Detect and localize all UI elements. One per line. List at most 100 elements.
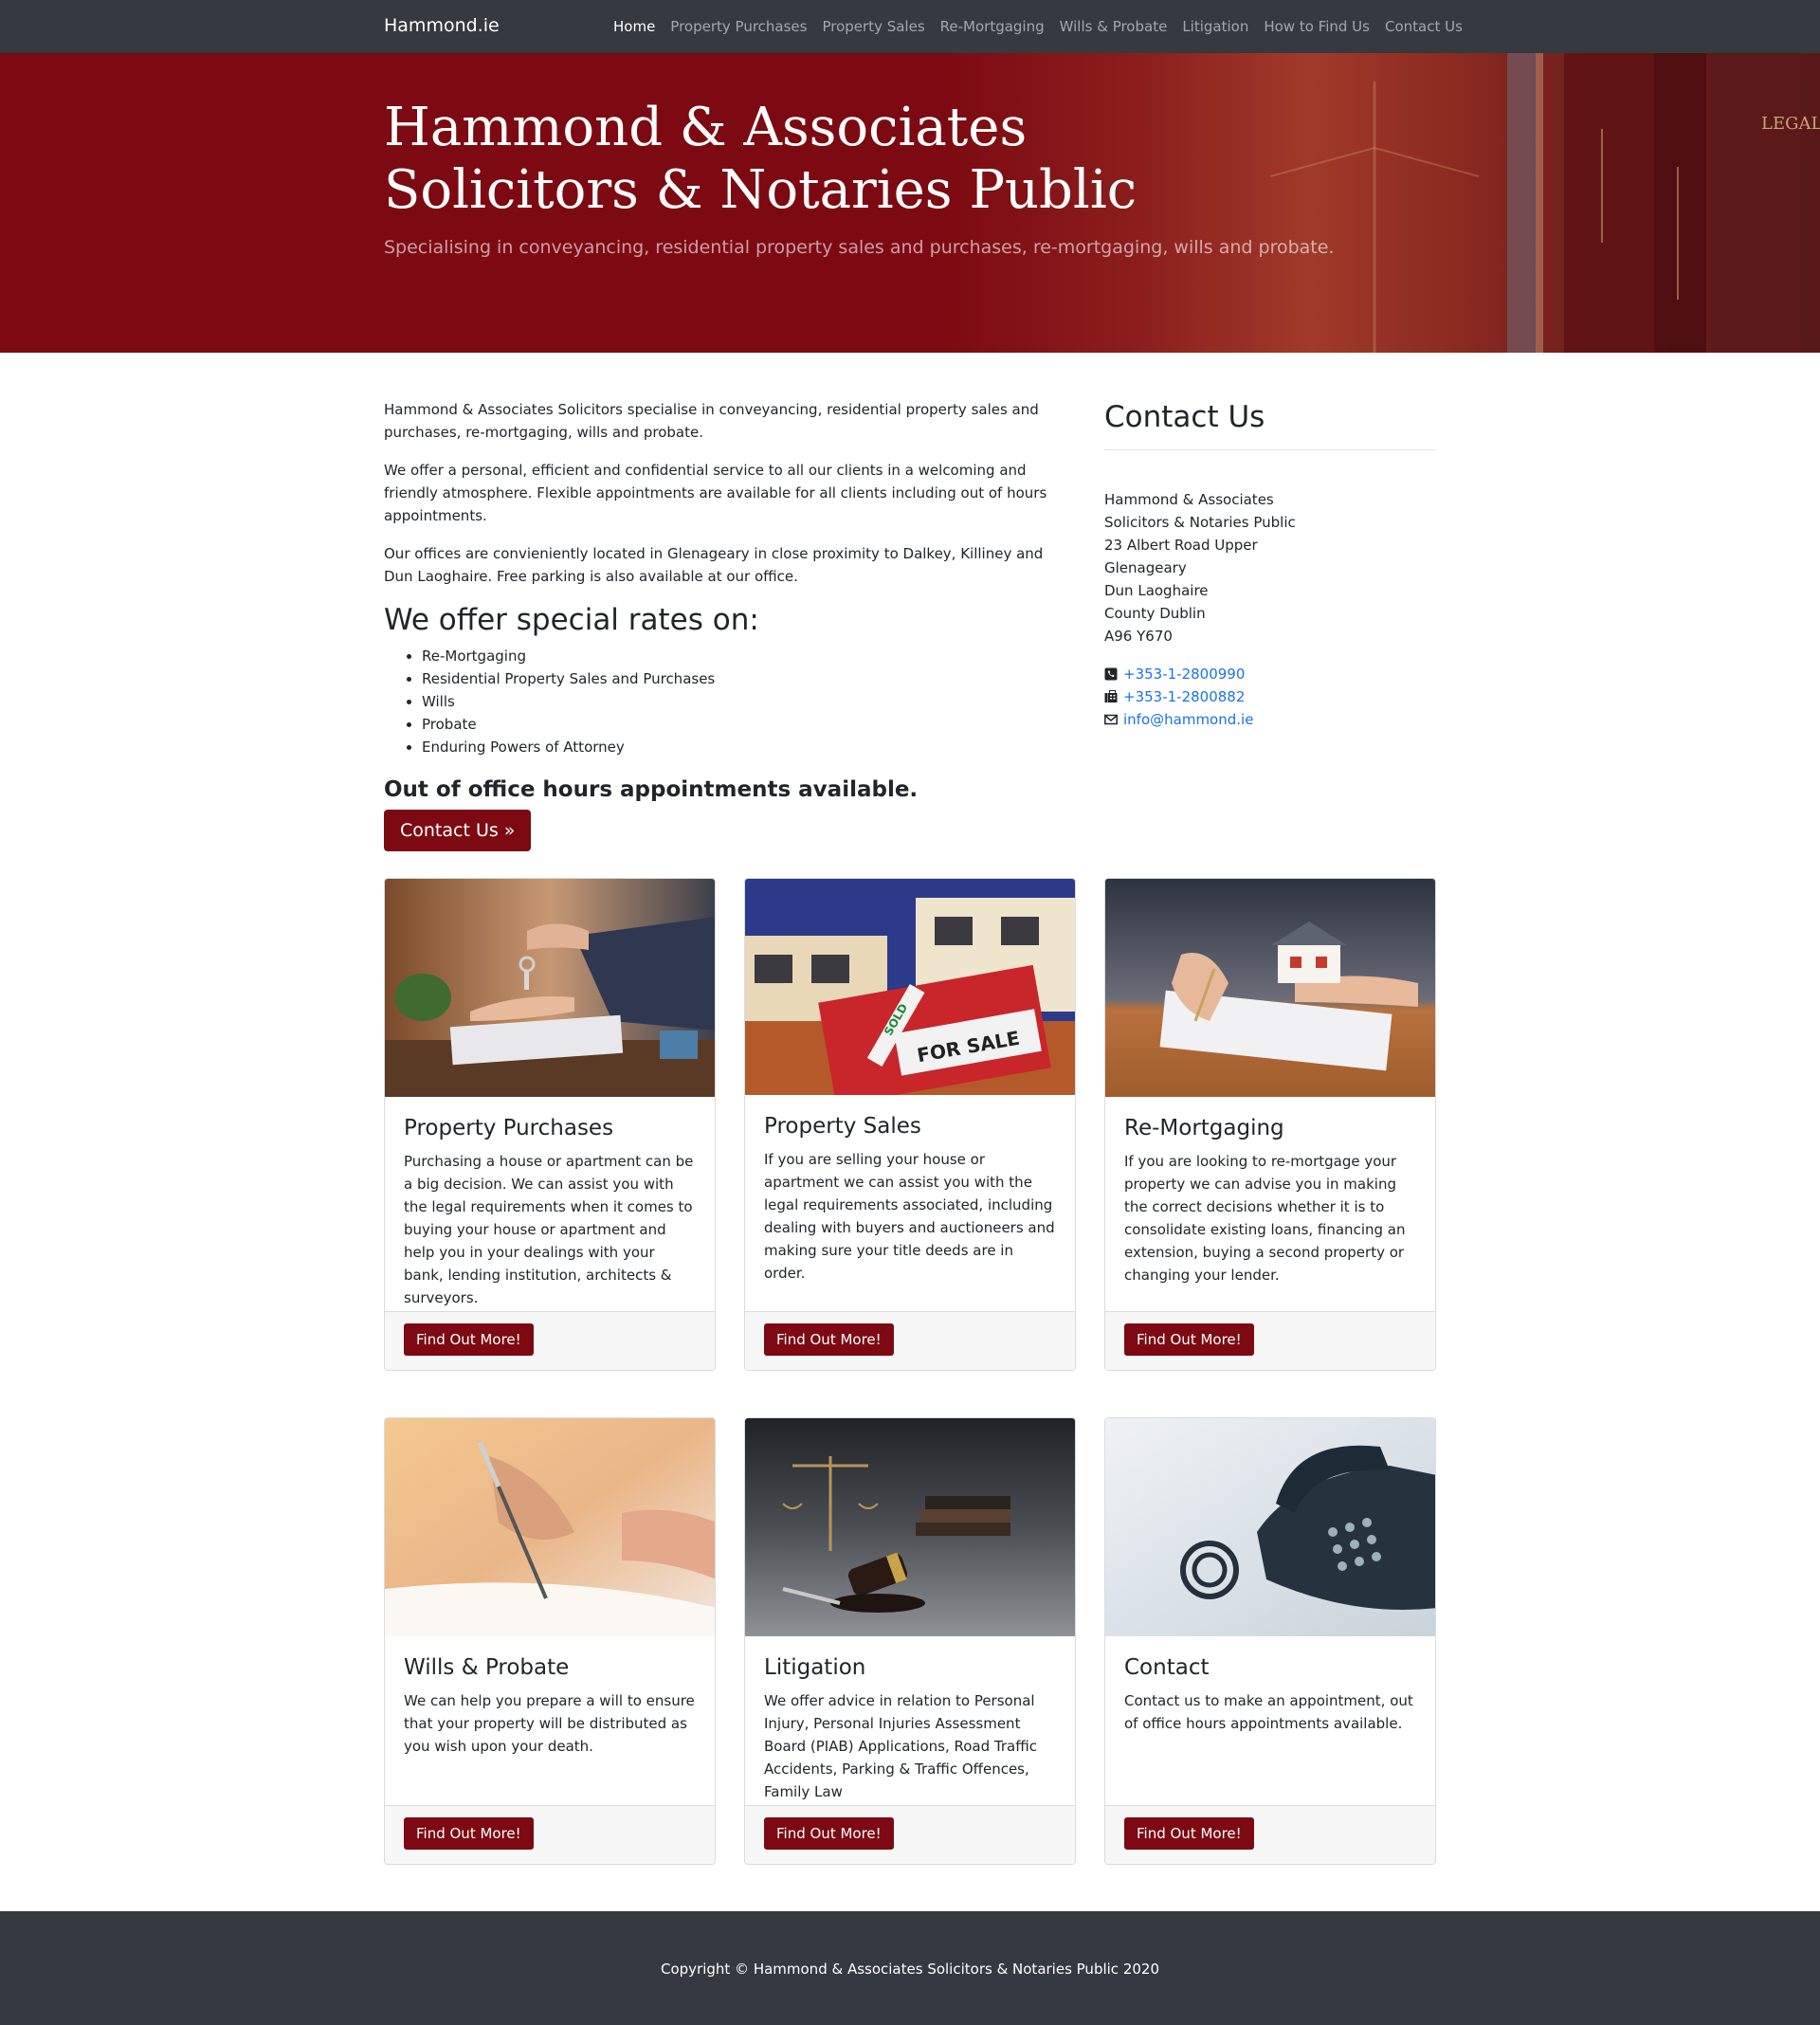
rates-item: Wills <box>422 690 1071 713</box>
card-text: If you are selling your house or apartme… <box>764 1151 1055 1282</box>
address-line: County Dublin <box>1104 605 1206 622</box>
card-text: Contact us to make an appointment, out o… <box>1124 1692 1413 1732</box>
card-title: Contact <box>1124 1655 1210 1680</box>
keys-handover-image <box>385 879 715 1097</box>
page-footer: Copyright © Hammond & Associates Solicit… <box>0 1911 1820 2025</box>
for-sale-sign-image: FOR SALE SOLD <box>745 879 1075 1095</box>
hero-title-line2: Solicitors & Notaries Public <box>384 159 1138 221</box>
address-line: Glenageary <box>1104 559 1187 576</box>
card-title: Property Sales <box>764 1114 921 1139</box>
card-title: Litigation <box>764 1655 866 1680</box>
nav-wills-probate[interactable]: Wills & Probate <box>1060 18 1168 35</box>
find-out-more-button[interactable]: Find Out More! <box>1124 1817 1254 1850</box>
address-block: Hammond & Associates Solicitors & Notari… <box>1104 488 1436 648</box>
address-line: Solicitors & Notaries Public <box>1104 514 1296 531</box>
navbar: Hammond.ie Home Property Purchases Prope… <box>0 0 1820 53</box>
phone-line: +353-1-2800990 <box>1104 663 1436 685</box>
card-image-gavel <box>745 1418 1075 1636</box>
copyright-text: Copyright © Hammond & Associates Solicit… <box>660 1961 1159 1978</box>
nav-contact-us[interactable]: Contact Us <box>1385 18 1463 35</box>
card-re-mortgaging: Re-Mortgaging If you are looking to re-m… <box>1104 878 1436 1371</box>
card-property-purchases: Property Purchases Purchasing a house or… <box>384 878 716 1371</box>
out-of-hours-heading: Out of office hours appointments availab… <box>384 777 919 802</box>
address-line: 23 Albert Road Upper <box>1104 537 1258 554</box>
nav-re-mortgaging[interactable]: Re-Mortgaging <box>940 18 1045 35</box>
card-image-signing <box>385 1418 715 1636</box>
house-model-image <box>1105 879 1435 1097</box>
address-line: Hammond & Associates <box>1104 491 1274 508</box>
card-litigation: Litigation We offer advice in relation t… <box>744 1417 1076 1865</box>
email-line: info@hammond.ie <box>1104 708 1436 731</box>
hero-title: Hammond & Associates Solicitors & Notari… <box>384 97 1137 222</box>
hero-book-label: LEGAL <box>1761 114 1820 134</box>
rates-item: Residential Property Sales and Purchases <box>422 667 1071 690</box>
card-body: Contact Contact us to make an appointmen… <box>1105 1636 1435 1735</box>
card-property-sales: FOR SALE SOLD Property Sales If you are … <box>744 878 1076 1371</box>
find-out-more-button[interactable]: Find Out More! <box>764 1817 894 1850</box>
card-wills-probate: Wills & Probate We can help you prepare … <box>384 1417 716 1865</box>
card-image-keys <box>385 879 715 1097</box>
card-body: Property Sales If you are selling your h… <box>745 1095 1075 1285</box>
rates-item: Enduring Powers of Attorney <box>422 736 1071 758</box>
contact-heading: Contact Us <box>1104 398 1436 450</box>
nav-property-sales[interactable]: Property Sales <box>822 18 924 35</box>
card-title: Re-Mortgaging <box>1124 1116 1284 1140</box>
card-body: Re-Mortgaging If you are looking to re-m… <box>1105 1097 1435 1286</box>
fax-icon <box>1104 690 1118 702</box>
telephone-image <box>1105 1418 1435 1636</box>
rates-list: Re-Mortgaging Residential Property Sales… <box>422 645 1071 758</box>
card-footer: Find Out More! <box>1105 1805 1435 1864</box>
card-text: If you are looking to re-mortgage your p… <box>1124 1153 1406 1284</box>
hero-subtitle: Specialising in conveyancing, residentia… <box>384 237 1335 258</box>
gavel-scales-image <box>745 1418 1075 1636</box>
address-line: A96 Y670 <box>1104 628 1173 645</box>
nav-litigation[interactable]: Litigation <box>1182 18 1248 35</box>
fax-link[interactable]: +353-1-2800882 <box>1123 685 1245 708</box>
card-text: We can help you prepare a will to ensure… <box>404 1692 695 1755</box>
address-line: Dun Laoghaire <box>1104 582 1209 599</box>
card-footer: Find Out More! <box>385 1805 715 1864</box>
contact-methods: +353-1-2800990 +353-1-2800882 info@hammo… <box>1104 663 1436 731</box>
card-footer: Find Out More! <box>1105 1311 1435 1370</box>
find-out-more-button[interactable]: Find Out More! <box>1124 1323 1254 1356</box>
rates-item: Re-Mortgaging <box>422 645 1071 667</box>
card-title: Wills & Probate <box>404 1655 570 1680</box>
card-footer: Find Out More! <box>745 1805 1075 1864</box>
rates-item: Probate <box>422 713 1071 736</box>
intro-section: Hammond & Associates Solicitors speciali… <box>384 398 1071 851</box>
brand-link[interactable]: Hammond.ie <box>384 15 500 36</box>
intro-paragraph: Our offices are convieniently located in… <box>384 545 1044 585</box>
hero-banner: LEGAL Hammond & Associates Solicitors & … <box>0 53 1820 353</box>
intro-paragraph: We offer a personal, efficient and confi… <box>384 462 1047 524</box>
find-out-more-button[interactable]: Find Out More! <box>404 1323 534 1356</box>
email-link[interactable]: info@hammond.ie <box>1123 708 1253 731</box>
card-text: We offer advice in relation to Personal … <box>764 1692 1037 1800</box>
phone-icon <box>1104 667 1118 681</box>
pen-signing-image <box>385 1418 715 1636</box>
nav-property-purchases[interactable]: Property Purchases <box>670 18 807 35</box>
card-image-house-model <box>1105 879 1435 1097</box>
nav-how-to-find-us[interactable]: How to Find Us <box>1264 18 1370 35</box>
nav-links: Home Property Purchases Property Sales R… <box>606 0 1470 53</box>
envelope-icon <box>1104 714 1118 725</box>
find-out-more-button[interactable]: Find Out More! <box>764 1323 894 1356</box>
intro-paragraph: Hammond & Associates Solicitors speciali… <box>384 401 1039 441</box>
card-title: Property Purchases <box>404 1116 614 1140</box>
find-out-more-button[interactable]: Find Out More! <box>404 1817 534 1850</box>
card-contact: Contact Contact us to make an appointmen… <box>1104 1417 1436 1865</box>
contact-us-button[interactable]: Contact Us » <box>384 810 532 851</box>
card-footer: Find Out More! <box>385 1311 715 1370</box>
card-image-telephone <box>1105 1418 1435 1636</box>
card-body: Property Purchases Purchasing a house or… <box>385 1097 715 1309</box>
card-body: Litigation We offer advice in relation t… <box>745 1636 1075 1803</box>
phone-link[interactable]: +353-1-2800990 <box>1123 663 1245 685</box>
fax-line: +353-1-2800882 <box>1104 685 1436 708</box>
card-text: Purchasing a house or apartment can be a… <box>404 1153 694 1306</box>
card-footer: Find Out More! <box>745 1311 1075 1370</box>
card-image-for-sale: FOR SALE SOLD <box>745 879 1075 1095</box>
hero-title-line1: Hammond & Associates <box>384 97 1028 158</box>
rates-heading: We offer special rates on: <box>384 603 759 637</box>
contact-aside: Contact Us Hammond & Associates Solicito… <box>1104 398 1436 731</box>
card-body: Wills & Probate We can help you prepare … <box>385 1636 715 1758</box>
nav-home[interactable]: Home <box>613 18 655 35</box>
